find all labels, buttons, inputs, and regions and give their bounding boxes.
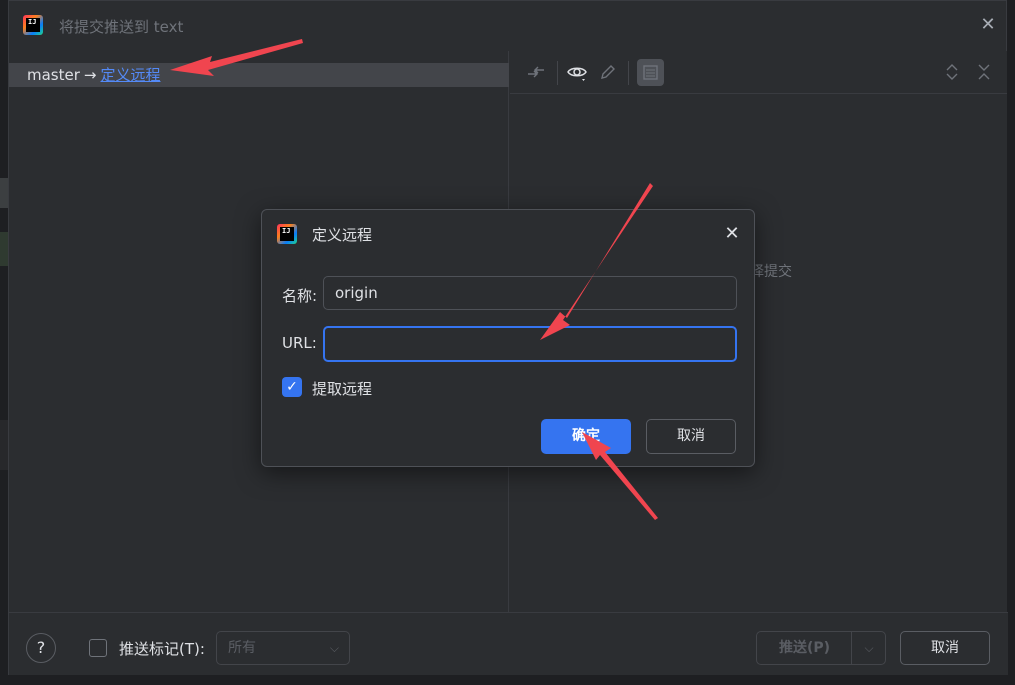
intellij-logo-icon: IJ xyxy=(23,15,43,35)
local-branch: master xyxy=(27,66,80,84)
intellij-logo-icon: IJ xyxy=(277,224,297,244)
define-remote-dialog: IJ 定义远程 ✕ 名称: URL: ✓ 提取远程 确定 取消 xyxy=(261,209,755,467)
layout-icon[interactable] xyxy=(637,59,664,86)
branch-row[interactable]: master → 定义远程 xyxy=(9,63,509,87)
tags-combo-value: 所有 xyxy=(228,640,256,656)
define-remote-link[interactable]: 定义远程 xyxy=(100,66,160,84)
underlying-window-edge-green xyxy=(0,232,8,266)
bottom-bar: ? 推送标记(T): 所有 ⌵ 推送(P) ⌵ 取消 xyxy=(9,612,1008,675)
collapse-all-icon[interactable] xyxy=(972,61,996,85)
dialog-cancel-button[interactable]: 取消 xyxy=(646,419,736,454)
compare-arrows-icon[interactable] xyxy=(524,61,548,85)
push-tags-label: 推送标记(T): xyxy=(119,640,205,658)
eye-icon[interactable] xyxy=(565,61,589,85)
logo-text: IJ xyxy=(282,227,291,235)
arrow-icon: → xyxy=(83,66,97,84)
underlying-window-edge xyxy=(0,178,8,208)
details-toolbar xyxy=(510,51,1007,94)
underlying-window-edge-dark xyxy=(0,420,8,470)
close-icon[interactable]: ✕ xyxy=(720,222,744,246)
chevron-down-icon: ⌵ xyxy=(329,641,339,655)
remote-name-input[interactable] xyxy=(323,276,737,310)
dialog-title: 定义远程 xyxy=(312,226,373,244)
url-label: URL: xyxy=(282,334,317,352)
edit-pencil-icon[interactable] xyxy=(596,61,620,85)
push-dropdown-chevron-icon[interactable]: ⌵ xyxy=(852,632,886,664)
expand-all-icon[interactable] xyxy=(940,61,964,85)
name-label: 名称: xyxy=(282,287,318,305)
fetch-remote-checkbox[interactable]: ✓ xyxy=(282,377,302,397)
remote-url-input[interactable] xyxy=(323,326,737,362)
tags-combo[interactable]: 所有 ⌵ xyxy=(216,631,350,665)
ok-button[interactable]: 确定 xyxy=(541,419,631,454)
help-icon[interactable]: ? xyxy=(26,633,56,663)
fetch-remote-label: 提取远程 xyxy=(312,380,373,398)
cancel-button[interactable]: 取消 xyxy=(900,631,990,665)
logo-text: IJ xyxy=(28,18,37,26)
select-commit-hint: 择提交 xyxy=(750,264,792,280)
title-bar: IJ 将提交推送到 text ✕ xyxy=(9,1,1008,50)
window-title: 将提交推送到 text xyxy=(59,18,184,36)
close-icon[interactable]: ✕ xyxy=(978,15,998,35)
push-button[interactable]: 推送(P) ⌵ xyxy=(756,631,886,665)
push-tags-checkbox[interactable] xyxy=(89,639,107,657)
push-button-label: 推送(P) xyxy=(778,640,831,656)
